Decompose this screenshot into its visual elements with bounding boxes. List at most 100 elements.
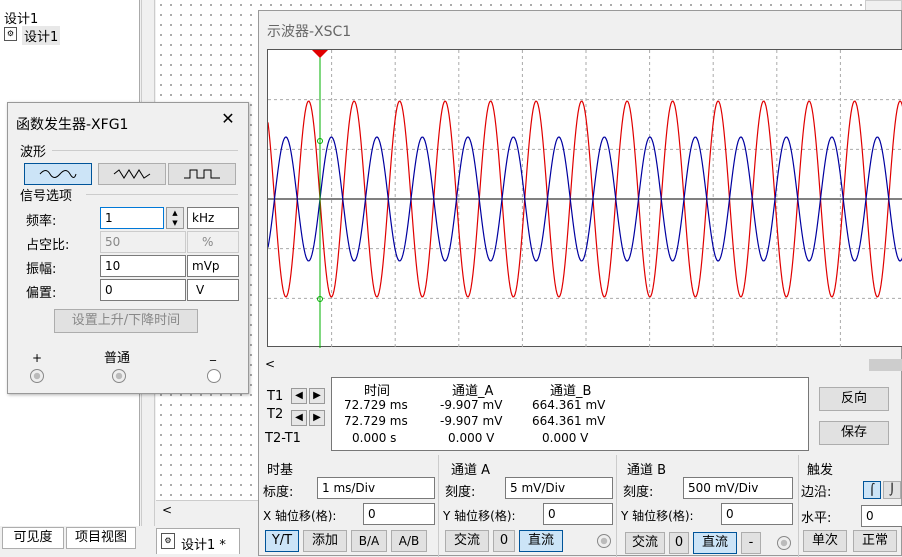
t1-a: -9.907 mV	[440, 398, 503, 412]
t2-right-button[interactable]: ▶	[309, 410, 325, 426]
amp-label: 振幅:	[26, 262, 57, 277]
cursor-t1-handle	[312, 50, 328, 58]
t1-time: 72.729 ms	[344, 398, 408, 412]
mode-yt-button[interactable]: Y/T	[265, 530, 299, 552]
oscilloscope-window: 示波器-XSC1 < T1 ◀ ▶ T2 ◀ ▶ T2-T1 时间 通道_A 通…	[258, 10, 902, 557]
t1-left-button[interactable]: ◀	[291, 388, 307, 404]
canvas-hscroll[interactable]: <	[156, 500, 260, 520]
channel-a-dc-button[interactable]: 直流	[519, 530, 563, 552]
trigger-level-label: 水平:	[801, 511, 832, 526]
doc-tab-label: 设计1 *	[181, 538, 226, 553]
plus-terminal[interactable]	[30, 369, 44, 383]
close-icon[interactable]: ✕	[220, 111, 236, 127]
amp-field[interactable]: 10	[100, 255, 186, 277]
minus-terminal-label: _	[210, 347, 216, 361]
freq-label: 频率:	[26, 214, 57, 229]
channel-b-trigger-radio[interactable]	[777, 536, 791, 550]
header-channel-b: 通道_B	[550, 384, 592, 399]
trigger-level-field[interactable]: 0	[861, 505, 902, 527]
t2t1-label: T2-T1	[265, 431, 301, 446]
osc-screen[interactable]	[267, 49, 902, 348]
triangle-wave-button[interactable]	[98, 163, 166, 185]
offset-label: 偏置:	[26, 286, 57, 301]
channel-a-trigger-radio[interactable]	[597, 534, 611, 548]
t2t1-time: 0.000 s	[352, 431, 397, 445]
t2t1-b: 0.000 V	[542, 431, 589, 445]
trigger-edge-label: 边沿:	[801, 485, 832, 500]
channel-b-minus-button[interactable]: -	[741, 532, 761, 554]
t1-right-button[interactable]: ▶	[309, 388, 325, 404]
minus-terminal[interactable]	[207, 369, 221, 383]
channel-b-scale-label: 刻度:	[623, 485, 654, 500]
sine-icon	[39, 170, 77, 178]
osc-traces	[268, 50, 902, 348]
signal-group-line	[86, 194, 238, 195]
t2t1-a: 0.000 V	[448, 431, 495, 445]
timebase-scale-label: 标度:	[263, 485, 294, 500]
falling-edge-button[interactable]: ⌡	[883, 481, 901, 499]
duty-unit: %	[187, 231, 239, 253]
osc-title: 示波器-XSC1	[267, 24, 352, 40]
freq-unit[interactable]: kHz	[187, 207, 239, 229]
osc-hscroll[interactable]: <	[259, 357, 902, 373]
trigger-normal-button[interactable]: 正常	[853, 530, 897, 552]
header-time: 时间	[364, 384, 391, 399]
channel-a-scale-field[interactable]: 5 mV/Div	[505, 477, 613, 499]
freq-field[interactable]: 1	[100, 207, 164, 229]
amp-unit[interactable]: mVp	[187, 255, 239, 277]
t2-left-button[interactable]: ◀	[291, 410, 307, 426]
tab-project-view[interactable]: 项目视图	[66, 527, 136, 549]
sine-wave-button[interactable]	[24, 163, 92, 185]
reverse-button[interactable]: 反向	[819, 387, 889, 411]
mode-ba-button[interactable]: B/A	[351, 530, 387, 552]
timebase-title: 时基	[267, 463, 294, 478]
rise-fall-time-button[interactable]: 设置上升/下降时间	[54, 309, 198, 333]
common-terminal-label: 普通	[104, 351, 131, 366]
square-icon	[184, 169, 220, 179]
t1-label: T1	[267, 389, 284, 404]
channel-b-ypos-label: Y 轴位移(格):	[621, 509, 694, 523]
t2-time: 72.729 ms	[344, 414, 408, 428]
t1-b: 664.361 mV	[532, 398, 606, 412]
design-file-icon: ⚙	[4, 27, 17, 41]
common-terminal[interactable]	[112, 369, 126, 383]
freq-spinner[interactable]: ▲ ▼	[166, 207, 184, 229]
timebase-xpos-field[interactable]: 0	[363, 503, 435, 525]
fg-title: 函数发生器-XFG1	[16, 117, 129, 133]
doc-tab[interactable]: ⚙ 设计1 *	[156, 528, 240, 554]
t2-a: -9.907 mV	[440, 414, 503, 428]
mode-add-button[interactable]: 添加	[303, 530, 347, 552]
readout-table: 时间 通道_A 通道_B 72.729 ms -9.907 mV 664.361…	[331, 377, 809, 451]
channel-b-ypos-field[interactable]: 0	[721, 503, 793, 525]
signal-options-label: 信号选项	[20, 189, 73, 204]
tree-root[interactable]: 设计1	[4, 8, 38, 27]
channel-b-title: 通道 B	[627, 463, 667, 478]
rising-edge-button[interactable]: ⌠	[863, 481, 881, 499]
channel-a-zero-button[interactable]: 0	[493, 530, 515, 552]
timebase-scale-field[interactable]: 1 ms/Div	[317, 477, 435, 499]
duty-label: 占空比:	[26, 238, 70, 253]
channel-a-ypos-field[interactable]: 0	[543, 503, 613, 525]
channel-b-dc-button[interactable]: 直流	[693, 532, 737, 554]
timebase-xpos-label: X 轴位移(格):	[263, 509, 337, 523]
save-button[interactable]: 保存	[819, 421, 889, 445]
channel-a-title: 通道 A	[451, 463, 491, 478]
waveform-group-line	[52, 150, 238, 151]
offset-field[interactable]: 0	[100, 279, 186, 301]
square-wave-button[interactable]	[168, 163, 236, 185]
channel-a-scale-label: 刻度:	[445, 485, 476, 500]
t2-label: T2	[267, 407, 284, 422]
channel-a-ac-button[interactable]: 交流	[445, 530, 489, 552]
design-tab-icon: ⚙	[161, 533, 175, 549]
channel-b-ac-button[interactable]: 交流	[625, 532, 665, 554]
channel-b-zero-button[interactable]: 0	[669, 532, 689, 554]
trigger-single-button[interactable]: 单次	[803, 530, 847, 552]
trigger-title: 触发	[807, 463, 834, 478]
channel-b-scale-field[interactable]: 500 mV/Div	[683, 477, 793, 499]
tree-child[interactable]: 设计1	[22, 26, 61, 45]
offset-unit[interactable]: V	[187, 279, 239, 301]
tab-visibility[interactable]: 可见度	[2, 527, 64, 549]
osc-hscroll-thumb[interactable]	[869, 359, 902, 371]
channel-a-ypos-label: Y 轴位移(格):	[443, 509, 516, 523]
mode-ab-button[interactable]: A/B	[391, 530, 427, 552]
